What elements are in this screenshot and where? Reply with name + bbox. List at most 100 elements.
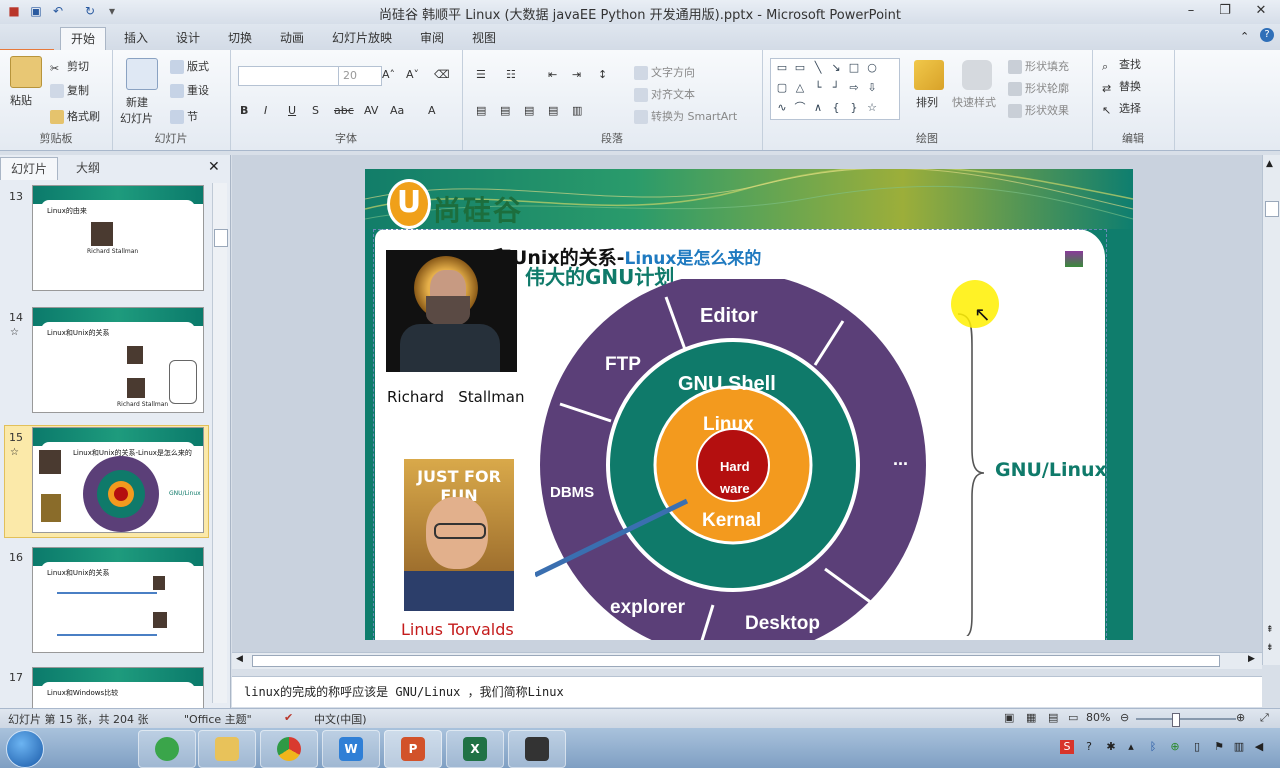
spellcheck-icon[interactable]: ✔ — [284, 711, 293, 724]
close-panel-icon[interactable]: ✕ — [208, 159, 220, 175]
clear-format-icon[interactable]: ⌫ — [434, 66, 450, 84]
slide-thumbnail-15[interactable]: Linux和Unix的关系-Linux是怎么来的 GNU/Linux — [32, 427, 204, 533]
line-shape-icon[interactable]: ╲ — [811, 61, 825, 75]
tray-expand-icon[interactable]: ▴ — [1124, 740, 1138, 754]
thumbnail-scrollbar[interactable] — [212, 183, 228, 703]
stallman-caption[interactable]: Richard Stallman — [387, 388, 525, 406]
normal-view-icon[interactable]: ▣ — [1004, 711, 1014, 724]
arrange-label[interactable]: 排列 — [916, 94, 938, 112]
slide-thumbnail-17[interactable]: Linux和Windows比较 — [32, 667, 204, 709]
format-painter-button[interactable]: 格式刷 — [50, 108, 100, 126]
taskbar-explorer-button[interactable] — [198, 730, 256, 768]
scroll-right-icon[interactable]: ▶ — [1248, 654, 1255, 664]
taskbar-powerpoint-button[interactable]: P — [384, 730, 442, 768]
decrease-indent-icon[interactable]: ⇤ — [548, 66, 557, 84]
help-icon[interactable]: ? — [1260, 28, 1274, 42]
slide-sorter-icon[interactable]: ▦ — [1026, 711, 1036, 724]
current-slide[interactable]: U 尚硅谷 Linux和Unix的关系-Linux是怎么来的 伟大的GNU计划 … — [365, 169, 1133, 640]
slide-thumbnail-16[interactable]: Linux和Unix的关系 — [32, 547, 204, 653]
network-icon[interactable]: ▥ — [1232, 740, 1246, 754]
vertical-scroll-thumb[interactable] — [1265, 201, 1279, 217]
prev-slide-icon[interactable]: ⇞ — [1266, 625, 1274, 635]
taskbar-chrome-button[interactable] — [260, 730, 318, 768]
align-right-icon[interactable]: ▤ — [524, 102, 534, 120]
align-center-icon[interactable]: ▤ — [500, 102, 510, 120]
strikethrough-button[interactable]: abc — [334, 102, 354, 120]
justify-icon[interactable]: ▤ — [548, 102, 558, 120]
textbox-shape-icon[interactable]: ▭ — [775, 61, 789, 75]
font-name-select[interactable] — [238, 66, 340, 86]
start-orb-icon[interactable] — [6, 730, 44, 768]
rect-shape-icon[interactable]: □ — [847, 61, 861, 75]
new-slide-label2[interactable]: 幻灯片 — [120, 110, 153, 128]
vertical-scrollbar[interactable]: ▲ ⇞ ⇟ — [1262, 155, 1280, 665]
underline-button[interactable]: U — [288, 102, 296, 120]
shape-effects-button[interactable]: 形状效果 — [1008, 102, 1069, 120]
tab-outline-panel[interactable]: 大纲 — [66, 157, 110, 179]
bullets-icon[interactable]: ☰ — [476, 66, 486, 84]
shapes-gallery[interactable]: ▭ ▭ ╲ ↘ □ ○ ▢ △ └ ┘ ⇨ ⇩ ∿ ⌒ ∧ { } ☆ — [770, 58, 900, 120]
tray-flag-icon[interactable]: ⚑ — [1212, 740, 1226, 754]
zoom-slider-track[interactable] — [1136, 718, 1236, 720]
columns-icon[interactable]: ▥ — [572, 102, 582, 120]
new-slide-icon[interactable] — [126, 58, 158, 90]
down-arrow-shape-icon[interactable]: ⇩ — [865, 81, 879, 95]
text-direction-button[interactable]: 文字方向 — [634, 64, 695, 82]
archive-icon[interactable] — [1065, 251, 1083, 267]
arrow-shape-icon[interactable]: ↘ — [829, 61, 843, 75]
elbow2-shape-icon[interactable]: ┘ — [829, 81, 843, 95]
increase-indent-icon[interactable]: ⇥ — [572, 66, 581, 84]
tab-animations[interactable]: 动画 — [270, 27, 314, 49]
notes-pane[interactable]: linux的完成的称呼应该是 GNU/Linux ，我们简称Linux — [232, 676, 1262, 707]
italic-button[interactable]: I — [264, 102, 267, 120]
change-case-icon[interactable]: Aa — [390, 102, 404, 120]
rounded-rect-shape-icon[interactable]: ▢ — [775, 81, 789, 95]
connector-shape-icon[interactable]: ∧ — [811, 101, 825, 115]
taskbar-wps-button[interactable]: W — [322, 730, 380, 768]
curve-shape-icon[interactable]: ∿ — [775, 101, 789, 115]
layout-button[interactable]: 版式 — [170, 58, 209, 76]
slide-thumbnail-14[interactable]: Linux和Unix的关系 Richard Stallman — [32, 307, 204, 413]
minimize-ribbon-icon[interactable]: ⌃ — [1240, 30, 1249, 43]
tab-home[interactable]: 开始 — [60, 27, 107, 50]
gnu-linux-diagram[interactable]: Editor FTP DBMS explorer Desktop ... GNU… — [535, 279, 935, 640]
tab-insert[interactable]: 插入 — [114, 27, 158, 49]
triangle-shape-icon[interactable]: △ — [793, 81, 807, 95]
find-button[interactable]: ⌕ 查找 — [1102, 56, 1141, 74]
freeform-shape-icon[interactable]: ⌒ — [793, 101, 807, 115]
taskbar-excel-button[interactable]: X — [446, 730, 504, 768]
fit-to-window-icon[interactable]: ⤢ — [1260, 711, 1269, 725]
horizontal-scrollbar[interactable]: ◀ ▶ — [232, 652, 1262, 669]
zoom-level[interactable]: 80% — [1086, 711, 1110, 724]
replace-button[interactable]: ⇄ 替换 — [1102, 78, 1141, 96]
tray-sogou-icon[interactable]: S — [1060, 740, 1074, 754]
shape-outline-button[interactable]: 形状轮廓 — [1008, 80, 1069, 98]
brace2-shape-icon[interactable]: } — [847, 101, 861, 115]
scroll-left-icon[interactable]: ◀ — [236, 654, 243, 664]
shadow-button[interactable]: S — [312, 102, 319, 120]
tab-design[interactable]: 设计 — [166, 27, 210, 49]
font-size-select[interactable]: 20 — [338, 66, 382, 86]
star-shape-icon[interactable]: ☆ — [865, 101, 879, 115]
select-button[interactable]: ↖ 选择 — [1102, 100, 1141, 118]
char-spacing-icon[interactable]: AV — [364, 102, 378, 120]
quick-styles-icon[interactable] — [962, 60, 992, 90]
scroll-up-icon[interactable]: ▲ — [1266, 159, 1273, 169]
tray-help-icon[interactable]: ? — [1082, 740, 1096, 754]
arrange-icon[interactable] — [914, 60, 944, 90]
cut-button[interactable]: ✂ 剪切 — [50, 58, 89, 76]
tab-transitions[interactable]: 切换 — [218, 27, 262, 49]
richard-stallman-photo[interactable] — [386, 250, 517, 372]
bold-button[interactable]: B — [240, 102, 248, 120]
zoom-in-icon[interactable]: ⊕ — [1236, 711, 1245, 724]
close-window-button[interactable]: ✕ — [1246, 2, 1276, 20]
tab-slideshow[interactable]: 幻灯片放映 — [322, 27, 402, 49]
tab-slides-panel[interactable]: 幻灯片 — [0, 157, 59, 180]
just-for-fun-book-cover[interactable]: JUST FOR FUN — [404, 459, 514, 611]
horizontal-scroll-thumb[interactable] — [252, 655, 1220, 667]
elbow-shape-icon[interactable]: └ — [811, 81, 825, 95]
thumbnail-scroll-thumb[interactable] — [214, 229, 228, 247]
quick-styles-label[interactable]: 快速样式 — [952, 94, 996, 112]
taskbar-camera-button[interactable] — [508, 730, 566, 768]
reading-view-icon[interactable]: ▤ — [1048, 711, 1058, 724]
